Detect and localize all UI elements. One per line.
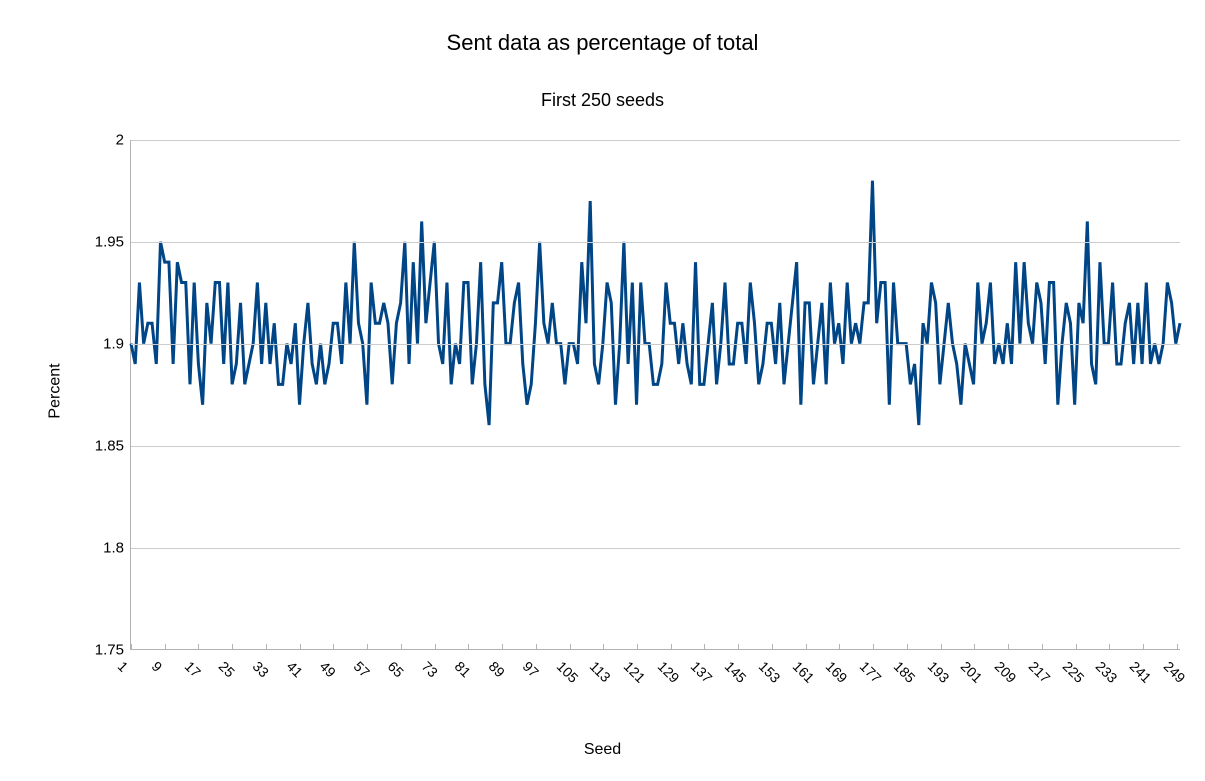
x-tick-mark: [1143, 644, 1144, 650]
x-tick-mark: [570, 644, 571, 650]
x-tick-mark: [502, 644, 503, 650]
line-series: [131, 140, 1180, 649]
x-tick-mark: [1109, 644, 1110, 650]
x-tick-label: 185: [891, 658, 919, 686]
x-tick-mark: [468, 644, 469, 650]
x-tick-label: 169: [823, 658, 851, 686]
x-tick-label: 201: [958, 658, 986, 686]
x-tick-mark: [873, 644, 874, 650]
y-tick-label: 1.85: [84, 438, 124, 455]
x-tick-mark: [704, 644, 705, 650]
x-tick-label: 153: [756, 658, 784, 686]
x-tick-label: 177: [857, 658, 885, 686]
x-tick-label: 137: [688, 658, 716, 686]
x-tick-label: 9: [148, 658, 165, 675]
x-tick-mark: [1076, 644, 1077, 650]
x-tick-mark: [333, 644, 334, 650]
x-tick-mark: [367, 644, 368, 650]
x-tick-label: 89: [486, 658, 508, 680]
x-tick-mark: [1177, 644, 1178, 650]
x-tick-mark: [198, 644, 199, 650]
x-tick-label: 65: [385, 658, 407, 680]
x-tick-label: 1: [115, 658, 132, 675]
chart-subtitle: First 250 seeds: [0, 90, 1205, 111]
x-tick-mark: [603, 644, 604, 650]
x-tick-label: 145: [722, 658, 750, 686]
x-tick-mark: [637, 644, 638, 650]
x-tick-mark: [165, 644, 166, 650]
x-tick-label: 81: [452, 658, 474, 680]
x-tick-label: 17: [182, 658, 204, 680]
x-tick-label: 193: [924, 658, 952, 686]
x-tick-label: 121: [621, 658, 649, 686]
x-tick-mark: [401, 644, 402, 650]
x-tick-mark: [772, 644, 773, 650]
x-tick-label: 33: [250, 658, 272, 680]
x-tick-label: 233: [1093, 658, 1121, 686]
x-tick-label: 225: [1059, 658, 1087, 686]
x-tick-mark: [671, 644, 672, 650]
x-tick-mark: [974, 644, 975, 650]
x-tick-label: 57: [351, 658, 373, 680]
x-tick-mark: [300, 644, 301, 650]
x-axis-label: Seed: [0, 741, 1205, 759]
x-tick-mark: [536, 644, 537, 650]
y-axis-label: Percent: [47, 363, 65, 418]
x-tick-label: 217: [1026, 658, 1054, 686]
x-tick-mark: [1042, 644, 1043, 650]
x-tick-label: 209: [992, 658, 1020, 686]
x-tick-label: 113: [587, 658, 614, 685]
plot-area: [130, 140, 1180, 650]
gridline-h: [131, 446, 1180, 447]
y-tick-label: 1.9: [84, 336, 124, 353]
chart-container: Sent data as percentage of total First 2…: [0, 0, 1205, 781]
x-tick-mark: [1008, 644, 1009, 650]
x-tick-label: 161: [789, 658, 817, 686]
x-tick-mark: [941, 644, 942, 650]
gridline-h: [131, 344, 1180, 345]
x-tick-mark: [907, 644, 908, 650]
x-tick-label: 97: [519, 658, 541, 680]
x-tick-label: 41: [283, 658, 305, 680]
x-tick-label: 249: [1160, 658, 1188, 686]
y-tick-label: 1.8: [84, 540, 124, 557]
x-tick-mark: [738, 644, 739, 650]
gridline-h: [131, 140, 1180, 141]
x-tick-label: 241: [1127, 658, 1155, 686]
x-tick-label: 105: [553, 658, 581, 686]
data-line: [131, 181, 1180, 425]
x-tick-mark: [839, 644, 840, 650]
x-tick-mark: [806, 644, 807, 650]
chart-title: Sent data as percentage of total: [0, 30, 1205, 56]
y-tick-label: 1.75: [84, 642, 124, 659]
x-tick-label: 73: [418, 658, 440, 680]
x-tick-mark: [266, 644, 267, 650]
x-tick-container: 1917253341495765738189971051131211291371…: [130, 652, 1180, 702]
y-tick-label: 1.95: [84, 234, 124, 251]
x-tick-mark: [131, 644, 132, 650]
x-tick-mark: [232, 644, 233, 650]
x-tick-label: 129: [654, 658, 682, 686]
y-tick-label: 2: [84, 132, 124, 149]
gridline-h: [131, 242, 1180, 243]
x-tick-mark: [435, 644, 436, 650]
x-tick-label: 49: [317, 658, 339, 680]
x-tick-label: 25: [216, 658, 238, 680]
gridline-h: [131, 548, 1180, 549]
